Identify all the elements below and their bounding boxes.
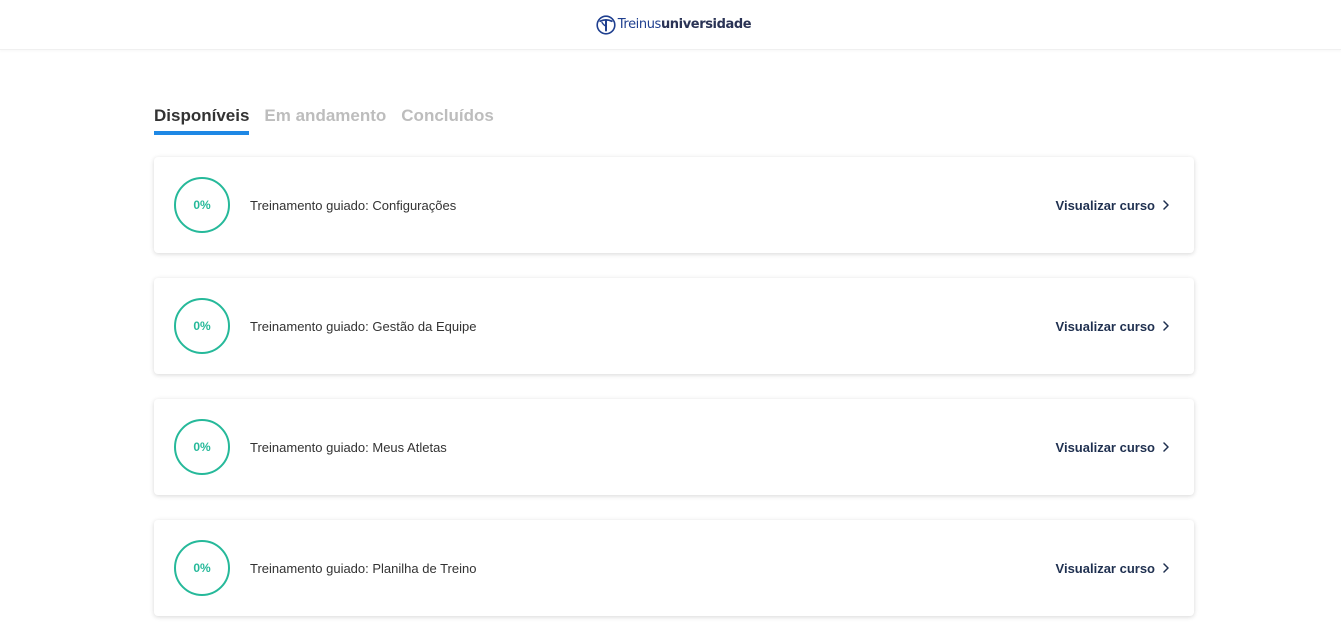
treinus-universidade-logo[interactable]: Treinusuniversidade bbox=[596, 14, 752, 35]
logo-sub-text: universidade bbox=[660, 17, 752, 32]
treinus-logo-icon bbox=[596, 14, 616, 35]
course-title: Treinamento guiado: Planilha de Treino bbox=[250, 560, 477, 576]
logo-text: Treinusuniversidade bbox=[617, 17, 752, 32]
course-card: 0% Treinamento guiado: Planilha de Trein… bbox=[154, 520, 1194, 616]
progress-indicator: 0% bbox=[174, 298, 230, 354]
progress-indicator: 0% bbox=[174, 540, 230, 596]
tab-disponiveis[interactable]: Disponíveis bbox=[154, 104, 250, 135]
logo-brand-text: Treinus bbox=[617, 17, 662, 32]
view-course-link[interactable]: Visualizar curso bbox=[1056, 561, 1170, 576]
chevron-right-icon bbox=[1163, 563, 1169, 573]
top-header: Treinusuniversidade bbox=[0, 0, 1341, 50]
tab-concluidos[interactable]: Concluídos bbox=[401, 104, 494, 135]
course-list: 0% Treinamento guiado: Configurações Vis… bbox=[154, 157, 1194, 641]
course-card: 0% Treinamento guiado: Meus Atletas Visu… bbox=[154, 399, 1194, 495]
course-status-tabs: Disponíveis Em andamento Concluídos bbox=[154, 104, 494, 135]
view-course-link[interactable]: Visualizar curso bbox=[1056, 319, 1170, 334]
view-course-label: Visualizar curso bbox=[1055, 439, 1155, 455]
progress-indicator: 0% bbox=[174, 419, 230, 475]
course-card: 0% Treinamento guiado: Gestão da Equipe … bbox=[154, 278, 1194, 374]
course-card: 0% Treinamento guiado: Configurações Vis… bbox=[154, 157, 1194, 253]
view-course-label: Visualizar curso bbox=[1055, 318, 1155, 334]
chevron-right-icon bbox=[1163, 442, 1169, 452]
view-course-label: Visualizar curso bbox=[1055, 560, 1155, 576]
view-course-link[interactable]: Visualizar curso bbox=[1056, 198, 1170, 213]
course-title: Treinamento guiado: Gestão da Equipe bbox=[250, 318, 477, 334]
course-title: Treinamento guiado: Meus Atletas bbox=[250, 439, 447, 455]
tab-em-andamento[interactable]: Em andamento bbox=[264, 104, 386, 135]
view-course-link[interactable]: Visualizar curso bbox=[1056, 440, 1170, 455]
course-title: Treinamento guiado: Configurações bbox=[250, 197, 457, 213]
chevron-right-icon bbox=[1163, 200, 1169, 210]
progress-indicator: 0% bbox=[174, 177, 230, 233]
chevron-right-icon bbox=[1163, 321, 1169, 331]
view-course-label: Visualizar curso bbox=[1055, 197, 1155, 213]
